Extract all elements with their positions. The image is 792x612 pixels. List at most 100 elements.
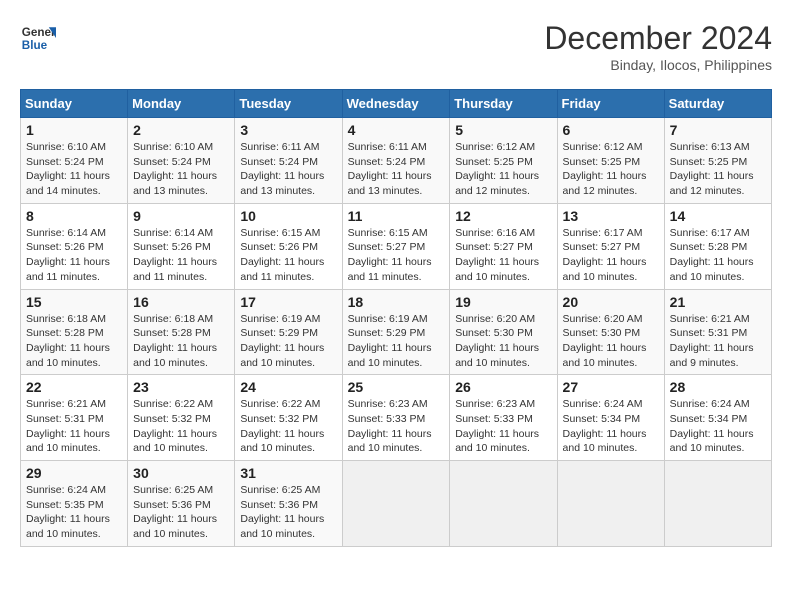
calendar-day-9: 9 Sunrise: 6:14 AMSunset: 5:26 PMDaylight… (128, 203, 235, 289)
calendar-day-12: 12Sunrise: 6:16 AMSunset: 5:27 PMDayligh… (450, 203, 557, 289)
day-info: Sunrise: 6:21 AMSunset: 5:31 PMDaylight:… (670, 312, 766, 371)
day-number: 23 (133, 379, 229, 395)
day-info: Sunrise: 6:14 AMSunset: 5:26 PMDaylight:… (26, 226, 122, 285)
day-info: Sunrise: 6:11 AMSunset: 5:24 PMDaylight:… (348, 140, 445, 199)
calendar-day-28: 28 Sunrise: 6:24 AMSunset: 5:34 PMDayligh… (664, 375, 771, 461)
day-number: 1 (26, 122, 122, 138)
day-number: 10 (240, 208, 336, 224)
calendar-day-18: 18Sunrise: 6:19 AMSunset: 5:29 PMDayligh… (342, 289, 450, 375)
day-info: Sunrise: 6:17 AMSunset: 5:28 PMDaylight:… (670, 226, 766, 285)
calendar-day-3: 3Sunrise: 6:11 AMSunset: 5:24 PMDaylight… (235, 118, 342, 204)
calendar-day-11: 11Sunrise: 6:15 AMSunset: 5:27 PMDayligh… (342, 203, 450, 289)
calendar-week-5: 29Sunrise: 6:24 AMSunset: 5:35 PMDayligh… (21, 461, 772, 547)
calendar-day-24: 24 Sunrise: 6:22 AMSunset: 5:32 PMDayligh… (235, 375, 342, 461)
day-info: Sunrise: 6:19 AMSunset: 5:29 PMDaylight:… (348, 312, 445, 371)
day-info: Sunrise: 6:19 AMSunset: 5:29 PMDaylight:… (240, 312, 336, 371)
day-info: Sunrise: 6:24 AMSunset: 5:34 PMDaylight:… (563, 397, 659, 456)
calendar-day-empty-4-4 (450, 461, 557, 547)
calendar-day-1: 1 Sunrise: 6:10 AMSunset: 5:24 PMDaylight… (21, 118, 128, 204)
calendar-day-16: 16Sunrise: 6:18 AMSunset: 5:28 PMDayligh… (128, 289, 235, 375)
day-number: 19 (455, 294, 551, 310)
day-number: 9 (133, 208, 229, 224)
calendar-day-14: 14Sunrise: 6:17 AMSunset: 5:28 PMDayligh… (664, 203, 771, 289)
day-info: Sunrise: 6:13 AMSunset: 5:25 PMDaylight:… (670, 140, 766, 199)
day-number: 30 (133, 465, 229, 481)
calendar-header-sunday: Sunday (21, 90, 128, 118)
calendar-day-23: 23 Sunrise: 6:22 AMSunset: 5:32 PMDayligh… (128, 375, 235, 461)
calendar-header-thursday: Thursday (450, 90, 557, 118)
calendar-week-1: 1 Sunrise: 6:10 AMSunset: 5:24 PMDaylight… (21, 118, 772, 204)
day-number: 6 (563, 122, 659, 138)
day-number: 13 (563, 208, 659, 224)
day-info: Sunrise: 6:10 AMSunset: 5:24 PMDaylight:… (26, 140, 122, 199)
day-number: 24 (240, 379, 336, 395)
calendar-header-row: SundayMondayTuesdayWednesdayThursdayFrid… (21, 90, 772, 118)
day-info: Sunrise: 6:23 AMSunset: 5:33 PMDaylight:… (348, 397, 445, 456)
title-block: December 2024 Binday, Ilocos, Philippine… (544, 20, 772, 73)
day-info: Sunrise: 6:22 AMSunset: 5:32 PMDaylight:… (133, 397, 229, 456)
day-number: 21 (670, 294, 766, 310)
calendar-day-13: 13Sunrise: 6:17 AMSunset: 5:27 PMDayligh… (557, 203, 664, 289)
calendar-day-8: 8 Sunrise: 6:14 AMSunset: 5:26 PMDaylight… (21, 203, 128, 289)
calendar-day-20: 20 Sunrise: 6:20 AMSunset: 5:30 PMDayligh… (557, 289, 664, 375)
day-info: Sunrise: 6:12 AMSunset: 5:25 PMDaylight:… (455, 140, 551, 199)
calendar-table: SundayMondayTuesdayWednesdayThursdayFrid… (20, 89, 772, 547)
calendar-header-saturday: Saturday (664, 90, 771, 118)
calendar-day-6: 6 Sunrise: 6:12 AMSunset: 5:25 PMDaylight… (557, 118, 664, 204)
calendar-day-15: 15 Sunrise: 6:18 AMSunset: 5:28 PMDayligh… (21, 289, 128, 375)
day-number: 15 (26, 294, 122, 310)
day-info: Sunrise: 6:25 AMSunset: 5:36 PMDaylight:… (133, 483, 229, 542)
day-info: Sunrise: 6:21 AMSunset: 5:31 PMDaylight:… (26, 397, 122, 456)
day-number: 31 (240, 465, 336, 481)
day-number: 22 (26, 379, 122, 395)
calendar-day-21: 21 Sunrise: 6:21 AMSunset: 5:31 PMDayligh… (664, 289, 771, 375)
day-number: 16 (133, 294, 229, 310)
day-info: Sunrise: 6:10 AMSunset: 5:24 PMDaylight:… (133, 140, 229, 199)
calendar-week-3: 15 Sunrise: 6:18 AMSunset: 5:28 PMDayligh… (21, 289, 772, 375)
day-number: 28 (670, 379, 766, 395)
day-info: Sunrise: 6:23 AMSunset: 5:33 PMDaylight:… (455, 397, 551, 456)
day-info: Sunrise: 6:20 AMSunset: 5:30 PMDaylight:… (563, 312, 659, 371)
calendar-day-25: 25 Sunrise: 6:23 AMSunset: 5:33 PMDayligh… (342, 375, 450, 461)
calendar-week-2: 8 Sunrise: 6:14 AMSunset: 5:26 PMDaylight… (21, 203, 772, 289)
day-info: Sunrise: 6:14 AMSunset: 5:26 PMDaylight:… (133, 226, 229, 285)
calendar-header-monday: Monday (128, 90, 235, 118)
day-info: Sunrise: 6:15 AMSunset: 5:26 PMDaylight:… (240, 226, 336, 285)
calendar-day-30: 30 Sunrise: 6:25 AMSunset: 5:36 PMDayligh… (128, 461, 235, 547)
calendar-day-5: 5 Sunrise: 6:12 AMSunset: 5:25 PMDaylight… (450, 118, 557, 204)
day-number: 7 (670, 122, 766, 138)
day-number: 20 (563, 294, 659, 310)
logo: General Blue (20, 20, 56, 56)
calendar-day-31: 31 Sunrise: 6:25 AMSunset: 5:36 PMDayligh… (235, 461, 342, 547)
day-number: 11 (348, 208, 445, 224)
day-info: Sunrise: 6:18 AMSunset: 5:28 PMDaylight:… (26, 312, 122, 371)
calendar-header-wednesday: Wednesday (342, 90, 450, 118)
day-info: Sunrise: 6:12 AMSunset: 5:25 PMDaylight:… (563, 140, 659, 199)
day-number: 8 (26, 208, 122, 224)
day-number: 12 (455, 208, 551, 224)
calendar-day-10: 10 Sunrise: 6:15 AMSunset: 5:26 PMDayligh… (235, 203, 342, 289)
calendar-day-29: 29Sunrise: 6:24 AMSunset: 5:35 PMDayligh… (21, 461, 128, 547)
day-info: Sunrise: 6:24 AMSunset: 5:34 PMDaylight:… (670, 397, 766, 456)
location: Binday, Ilocos, Philippines (544, 57, 772, 73)
day-info: Sunrise: 6:24 AMSunset: 5:35 PMDaylight:… (26, 483, 122, 542)
svg-text:Blue: Blue (22, 39, 48, 52)
calendar-day-2: 2Sunrise: 6:10 AMSunset: 5:24 PMDaylight… (128, 118, 235, 204)
day-info: Sunrise: 6:20 AMSunset: 5:30 PMDaylight:… (455, 312, 551, 371)
day-number: 5 (455, 122, 551, 138)
calendar-day-19: 19 Sunrise: 6:20 AMSunset: 5:30 PMDayligh… (450, 289, 557, 375)
day-number: 3 (240, 122, 336, 138)
day-info: Sunrise: 6:22 AMSunset: 5:32 PMDaylight:… (240, 397, 336, 456)
page-header: General Blue December 2024 Binday, Iloco… (20, 20, 772, 73)
day-number: 26 (455, 379, 551, 395)
day-info: Sunrise: 6:25 AMSunset: 5:36 PMDaylight:… (240, 483, 336, 542)
calendar-day-26: 26 Sunrise: 6:23 AMSunset: 5:33 PMDayligh… (450, 375, 557, 461)
day-number: 25 (348, 379, 445, 395)
calendar-day-22: 22 Sunrise: 6:21 AMSunset: 5:31 PMDayligh… (21, 375, 128, 461)
calendar-header-tuesday: Tuesday (235, 90, 342, 118)
calendar-day-empty-4-3 (342, 461, 450, 547)
logo-icon: General Blue (20, 20, 56, 56)
day-number: 4 (348, 122, 445, 138)
calendar-header-friday: Friday (557, 90, 664, 118)
day-number: 27 (563, 379, 659, 395)
